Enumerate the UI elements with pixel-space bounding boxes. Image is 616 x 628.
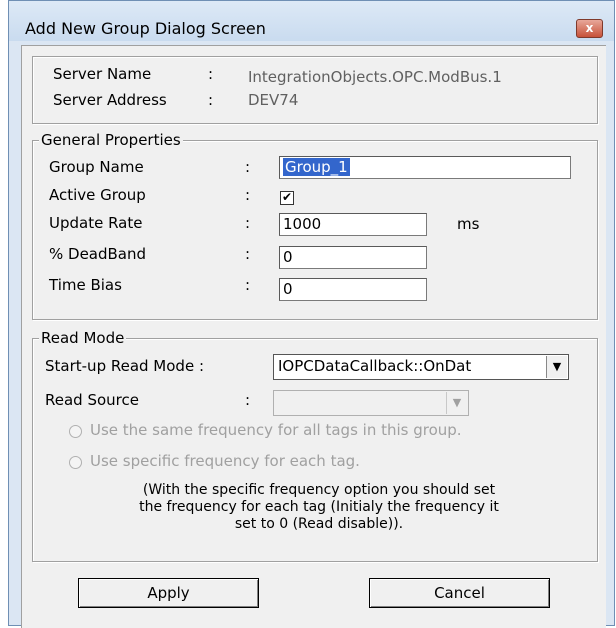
window-title: Add New Group Dialog Screen [25,19,266,38]
read-mode-group: Read Mode Start-up Read Mode : IOPCDataC… [32,329,598,562]
server-address-colon: : [208,91,214,109]
active-group-checkbox[interactable]: ✔ [280,191,294,205]
group-name-label: Group Name [49,158,144,176]
server-name-colon: : [208,65,214,83]
read-source-select[interactable]: ▼ [273,390,469,416]
server-address-value: DEV74 [248,91,299,109]
active-group-label: Active Group [49,186,146,204]
radio-specific-frequency[interactable] [69,456,82,469]
startup-read-mode-select[interactable]: IOPCDataCallback::OnDat ▼ [273,354,569,380]
startup-read-mode-value: IOPCDataCallback::OnDat [278,357,472,375]
note-line-3: set to 0 (Read disable)). [234,516,404,532]
server-name-label: Server Name [53,65,152,83]
server-name-value: IntegrationObjects.OPC.ModBus.1 [248,68,502,86]
time-bias-input[interactable]: 0 [279,278,427,301]
time-bias-colon: : [245,276,251,294]
group-name-colon: : [245,158,251,176]
deadband-colon: : [245,245,251,263]
time-bias-label: Time Bias [49,276,122,294]
read-mode-legend: Read Mode [39,329,127,347]
active-group-colon: : [245,186,251,204]
update-rate-input[interactable]: 1000 [279,213,427,236]
note-line-1: (With the specific frequency option you … [142,482,496,498]
general-properties-legend: General Properties [39,131,183,149]
general-properties-group: General Properties Group Name : Group_1 … [32,131,598,320]
startup-read-mode-label: Start-up Read Mode : [45,357,205,375]
group-name-value: Group_1 [283,158,350,176]
group-name-input[interactable]: Group_1 [279,156,571,179]
cancel-button[interactable]: Cancel [369,578,550,608]
update-rate-colon: : [245,214,251,232]
radio-same-frequency[interactable] [69,425,82,438]
deadband-input[interactable]: 0 [279,246,427,269]
server-info-group: Server Name : IntegrationObjects.OPC.Mod… [32,56,598,124]
dialog-window: Add New Group Dialog Screen x Server Nam… [8,0,615,628]
dialog-body: Server Name : IntegrationObjects.OPC.Mod… [21,45,606,628]
radio-specific-frequency-label: Use specific frequency for each tag. [90,452,360,470]
chevron-down-icon[interactable]: ▼ [546,356,567,378]
update-rate-unit: ms [457,215,480,233]
read-source-label: Read Source [45,391,139,409]
frequency-note: (With the specific frequency option you … [89,482,549,533]
radio-same-frequency-label: Use the same frequency for all tags in t… [90,421,462,439]
chevron-down-icon[interactable]: ▼ [446,392,467,414]
apply-button[interactable]: Apply [78,578,259,608]
read-source-colon: : [245,391,251,409]
close-button[interactable]: x [576,19,603,38]
title-bar[interactable]: Add New Group Dialog Screen x [9,1,614,41]
note-line-2: the frequency for each tag (Initialy the… [139,499,499,515]
deadband-label: % DeadBand [49,245,147,263]
update-rate-label: Update Rate [49,214,143,232]
server-address-label: Server Address [53,91,167,109]
